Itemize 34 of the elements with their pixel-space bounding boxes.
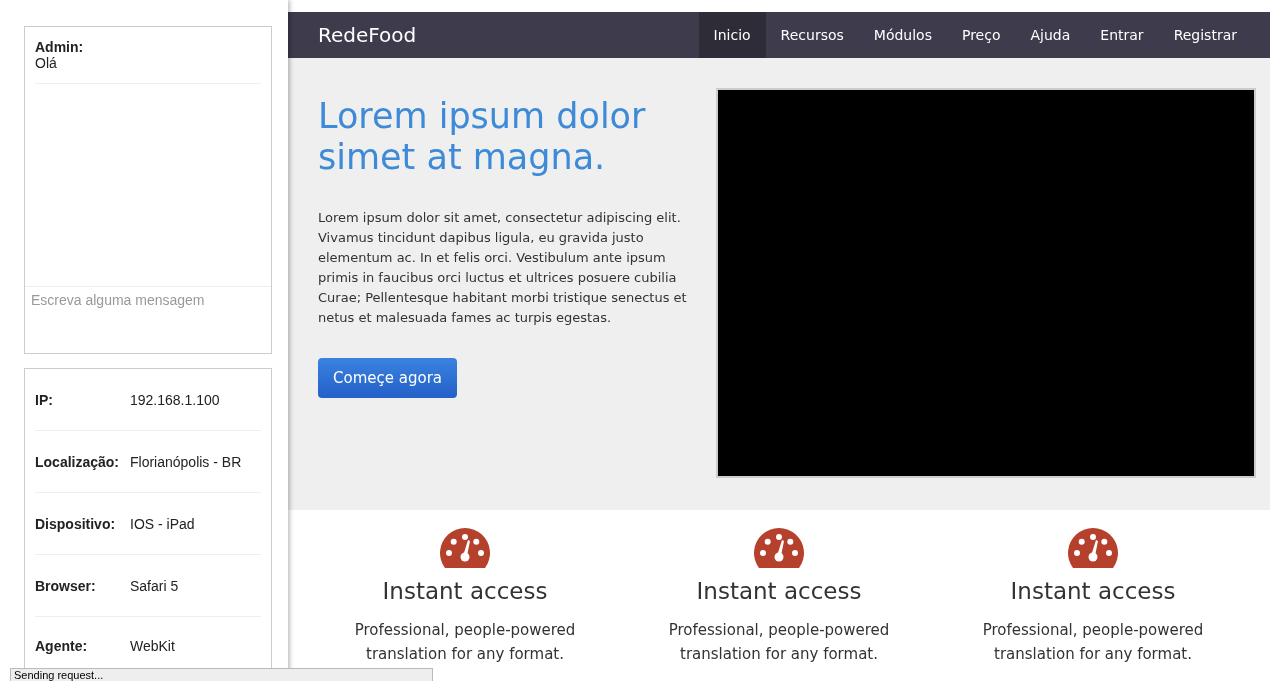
info-value: IOS - iPad bbox=[130, 515, 195, 532]
nav-link[interactable]: Preço bbox=[946, 12, 1016, 58]
start-button[interactable]: Começe agora bbox=[318, 358, 457, 398]
status-bar: Sending request... bbox=[10, 668, 433, 681]
nav-link[interactable]: Entrar bbox=[1085, 12, 1159, 58]
info-label: Agente: bbox=[35, 638, 89, 654]
info-value: Safari 5 bbox=[130, 577, 179, 594]
info-label: Dispositivo: bbox=[35, 515, 117, 532]
info-value: Florianópolis - BR bbox=[130, 453, 242, 470]
feature-title: Instant access bbox=[382, 578, 548, 604]
info-value: WebKit bbox=[130, 638, 175, 654]
feature-text: Professional, people-powered translation for any format. bbox=[667, 620, 891, 665]
hero-title: Lorem ipsum dolor simet at magna. bbox=[318, 96, 647, 178]
nav-link[interactable]: Inicio bbox=[698, 12, 766, 58]
chat-sender: Admin: bbox=[35, 39, 85, 55]
feature-text: Professional, people-powered translation for any format. bbox=[353, 620, 577, 665]
brand-logo[interactable]: RedeFood bbox=[318, 23, 417, 47]
info-label: Browser: bbox=[35, 577, 97, 594]
feature-title: Instant access bbox=[696, 578, 862, 604]
nav-link[interactable]: Módulos bbox=[858, 12, 947, 58]
info-label: Localização: bbox=[35, 453, 121, 470]
video-player[interactable] bbox=[716, 88, 1256, 478]
speedometer-icon bbox=[754, 528, 804, 568]
feature-text: Professional, people-powered translation for any format. bbox=[981, 620, 1205, 665]
nav-link[interactable]: Recursos bbox=[765, 12, 859, 58]
chat-message: Olá bbox=[35, 55, 261, 84]
nav-link[interactable]: Registrar bbox=[1158, 12, 1252, 58]
speedometer-icon bbox=[440, 528, 490, 568]
nav-link[interactable]: Ajuda bbox=[1015, 12, 1086, 58]
feature-title: Instant access bbox=[1010, 578, 1176, 604]
hero-text: Lorem ipsum dolor sit amet, consectetur adipiscing elit. Vivamus tincidunt dapibus ligula, eu gravida justo elementum ac. In et felis orci. Vestibulum ante ipsum primis in faucibus orci luctus et ultrices posuere cubilia Curae; Pellentesque habitant morbi tristique senectus et netus et malesuada fames ac turpis egestas. bbox=[318, 209, 688, 327]
speedometer-icon bbox=[1068, 528, 1118, 568]
info-label: IP: bbox=[35, 391, 54, 408]
info-value: 192.168.1.100 bbox=[130, 391, 220, 408]
